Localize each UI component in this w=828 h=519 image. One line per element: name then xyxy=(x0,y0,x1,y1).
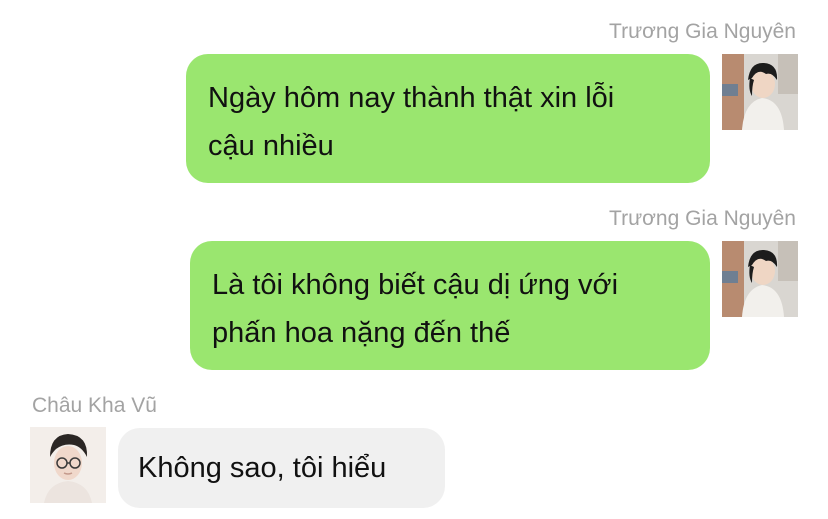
message-text-line: phấn hoa nặng đến thế xyxy=(212,317,511,349)
sender-name: Trương Gia Nguyên xyxy=(609,207,796,230)
sender-avatar[interactable] xyxy=(722,241,798,317)
sender-name: Trương Gia Nguyên xyxy=(609,20,796,43)
message-text-line: cậu nhiều xyxy=(208,130,334,162)
message-text-line: Ngày hôm nay thành thật xin lỗi xyxy=(208,82,615,114)
message-text-line: Là tôi không biết cậu dị ứng với xyxy=(212,269,619,301)
avatar-photo-icon xyxy=(722,241,798,317)
avatar-photo-icon xyxy=(30,427,106,503)
message-text-line: Không sao, tôi hiểu xyxy=(138,452,387,484)
message-bubble[interactable]: Là tôi không biết cậu dị ứng với phấn ho… xyxy=(190,241,710,370)
sender-name: Châu Kha Vũ xyxy=(32,394,157,417)
message-bubble[interactable]: Ngày hôm nay thành thật xin lỗi cậu nhiề… xyxy=(186,54,710,183)
sender-avatar[interactable] xyxy=(722,54,798,130)
sender-avatar[interactable] xyxy=(30,427,106,503)
avatar-photo-icon xyxy=(722,54,798,130)
message-bubble[interactable]: Không sao, tôi hiểu xyxy=(118,428,445,508)
